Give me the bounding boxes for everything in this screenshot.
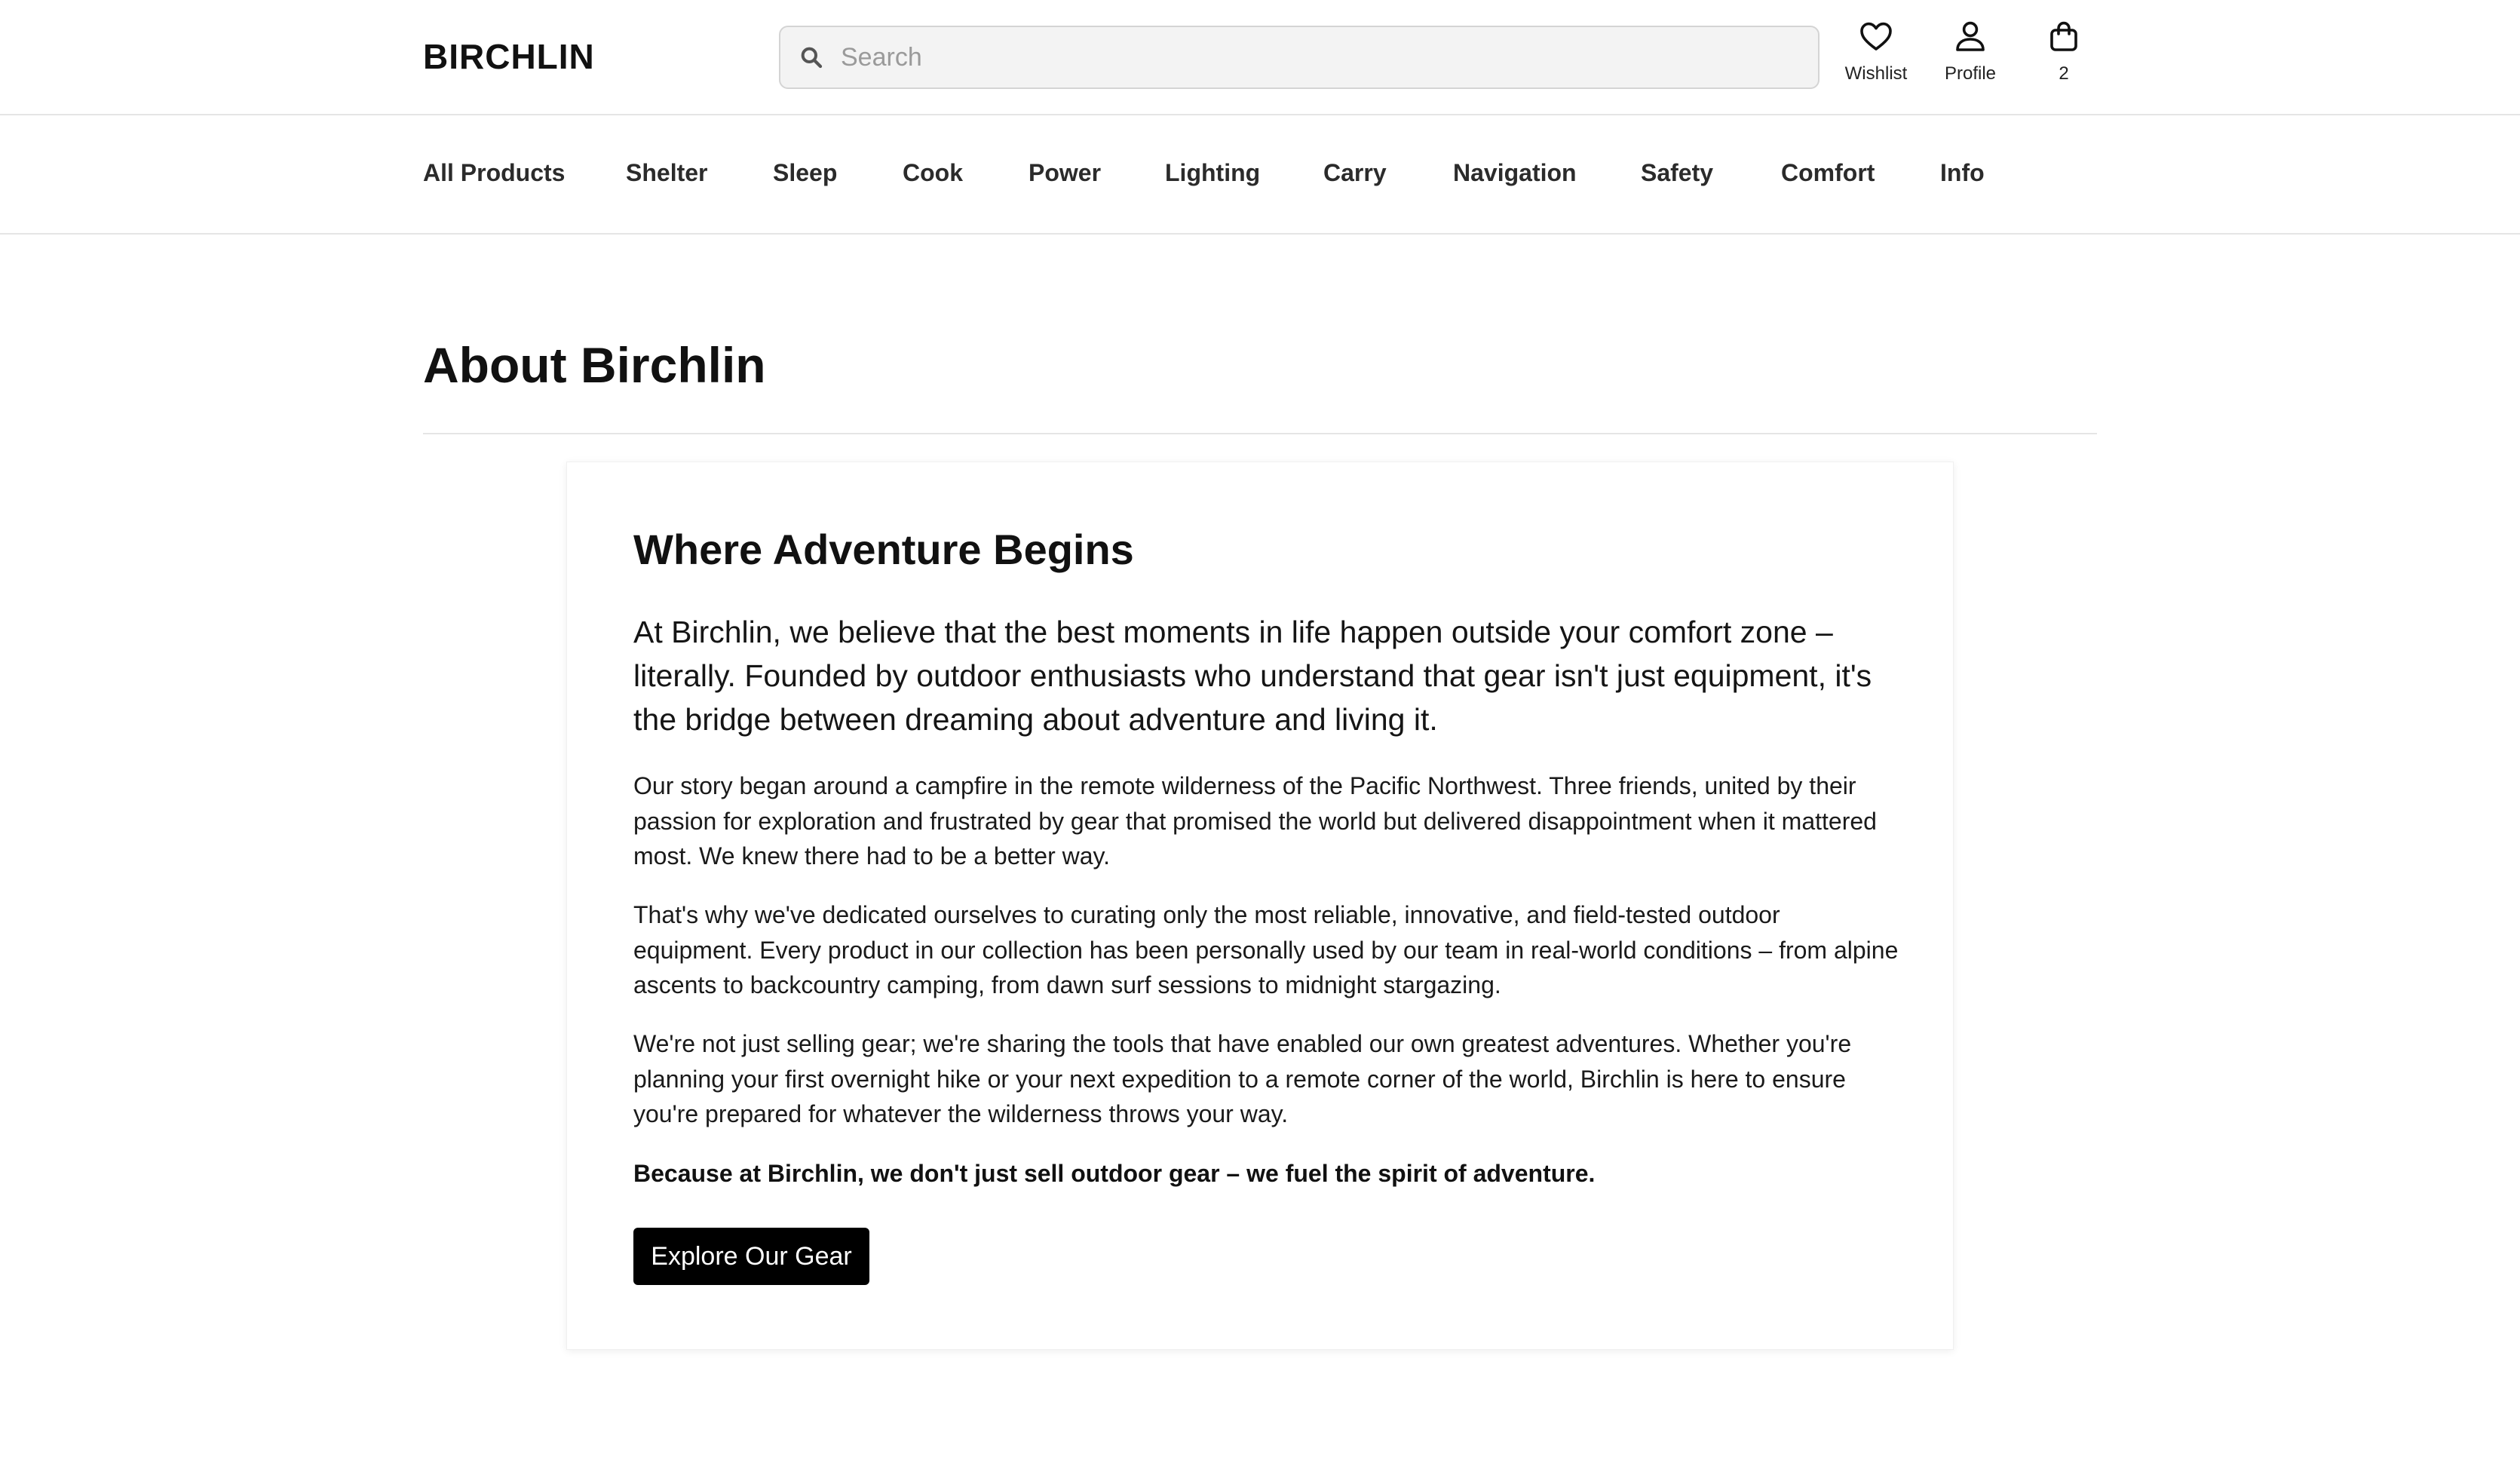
cart-button[interactable]: 2 bbox=[2019, 15, 2109, 98]
nav-item-comfort[interactable]: Comfort bbox=[1781, 158, 1875, 188]
about-paragraph: Our story began around a campfire in the… bbox=[633, 772, 1877, 869]
wishlist-label: Wishlist bbox=[1844, 63, 1908, 84]
search-bar[interactable] bbox=[779, 26, 1819, 89]
about-tagline: Because at Birchlin, we don't just sell … bbox=[633, 1160, 1596, 1187]
shopping-bag-icon bbox=[2046, 18, 2082, 54]
about-lead-paragraph: At Birchlin, we believe that the best mo… bbox=[633, 615, 1872, 737]
nav-item-cook[interactable]: Cook bbox=[903, 158, 963, 188]
nav-item-carry[interactable]: Carry bbox=[1323, 158, 1387, 188]
category-nav: All Products Shelter Sleep Cook Power Li… bbox=[0, 115, 2520, 235]
search-input[interactable] bbox=[841, 35, 1791, 80]
nav-item-all-products[interactable]: All Products bbox=[423, 158, 565, 188]
nav-item-info[interactable]: Info bbox=[1940, 158, 1985, 188]
profile-label: Profile bbox=[1944, 63, 1997, 84]
explore-gear-button[interactable]: Explore Our Gear bbox=[633, 1228, 869, 1285]
user-icon bbox=[1952, 18, 1988, 54]
site-header: BIRCHLIN Wishlist Profile bbox=[0, 0, 2520, 115]
about-heading: Where Adventure Begins bbox=[633, 526, 1134, 573]
profile-button[interactable]: Profile bbox=[1925, 15, 2016, 98]
nav-item-lighting[interactable]: Lighting bbox=[1165, 158, 1260, 188]
nav-item-shelter[interactable]: Shelter bbox=[626, 158, 707, 188]
page-title: About Birchlin bbox=[423, 337, 766, 393]
nav-item-safety[interactable]: Safety bbox=[1641, 158, 1713, 188]
heart-icon bbox=[1858, 18, 1894, 54]
nav-item-power[interactable]: Power bbox=[1029, 158, 1101, 188]
search-icon[interactable] bbox=[799, 44, 824, 70]
brand-logo[interactable]: BIRCHLIN bbox=[423, 35, 595, 78]
about-paragraph: That's why we've dedicated ourselves to … bbox=[633, 901, 1899, 998]
about-paragraph: We're not just selling gear; we're shari… bbox=[633, 1030, 1852, 1127]
nav-item-navigation[interactable]: Navigation bbox=[1453, 158, 1577, 188]
cart-count: 2 bbox=[2059, 63, 2069, 84]
nav-item-sleep[interactable]: Sleep bbox=[773, 158, 837, 188]
title-divider bbox=[423, 433, 2097, 434]
about-card: Where Adventure Begins At Birchlin, we b… bbox=[566, 462, 1954, 1350]
wishlist-button[interactable]: Wishlist bbox=[1831, 15, 1921, 98]
